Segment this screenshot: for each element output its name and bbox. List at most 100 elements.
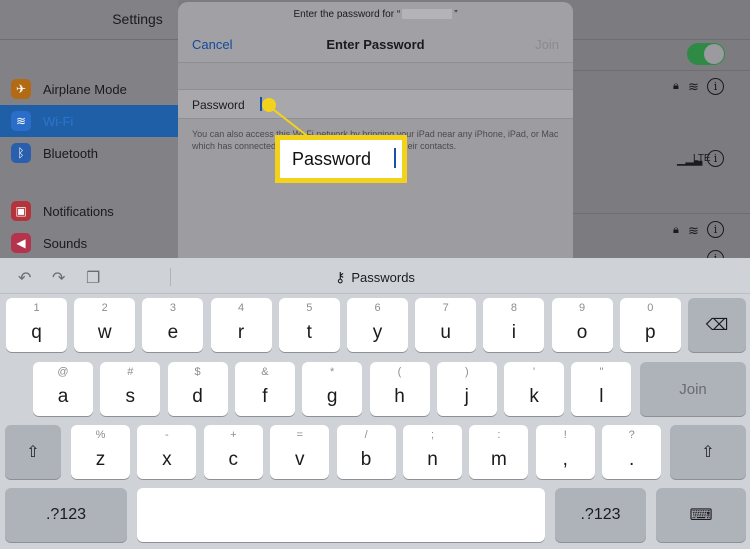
key-y[interactable]: 6y	[347, 298, 408, 352]
key-hint: '	[533, 366, 536, 378]
sidebar-item-sounds[interactable]: ◀ Sounds	[0, 227, 178, 258]
key-q[interactable]: 1q	[6, 298, 67, 352]
bluetooth-icon: ᛒ	[11, 143, 31, 163]
dialog-subtitle: Enter the password for “ ”	[178, 9, 573, 20]
join-key-label: Join	[679, 380, 707, 398]
key-label: o	[576, 322, 588, 343]
key-hint: #	[127, 366, 134, 378]
divider	[573, 70, 750, 71]
key-hint: ;	[430, 429, 435, 441]
dialog-header: Enter the password for “ ” Enter Password…	[178, 2, 573, 63]
numbers-key-right[interactable]: .?123	[555, 488, 646, 542]
password-field[interactable]: Password	[178, 89, 573, 119]
sidebar-item-wifi[interactable]: ≋ Wi-Fi	[0, 105, 178, 137]
shift-key-left[interactable]: ⇧	[5, 425, 61, 479]
wifi-toggle[interactable]	[687, 43, 725, 65]
space-bar[interactable]	[137, 488, 545, 542]
sidebar-item-bluetooth[interactable]: ᛒ Bluetooth	[0, 137, 178, 169]
key-label: v	[294, 449, 305, 470]
key-i[interactable]: 8i	[483, 298, 545, 352]
sidebar-item-label: Sounds	[43, 235, 88, 251]
sidebar-item-label: Wi-Fi	[43, 113, 74, 129]
key-l[interactable]: " l	[571, 362, 632, 416]
key-t[interactable]: 5t	[278, 298, 340, 352]
key-hint: 3	[169, 302, 176, 314]
join-key[interactable]: Join	[640, 362, 746, 416]
key-u[interactable]: 7u	[415, 298, 477, 352]
key-label: j	[464, 386, 469, 407]
key-n[interactable]: ; n	[403, 425, 462, 479]
key-label: c	[228, 449, 239, 470]
key-w[interactable]: 2w	[74, 298, 136, 352]
key-hint: 6	[374, 302, 381, 314]
key-label: e	[167, 322, 179, 343]
key-hint: *	[330, 366, 335, 378]
wifi-signal-icon: ≋	[688, 79, 699, 94]
info-icon[interactable]: i	[707, 150, 724, 167]
key-hint: ?	[628, 429, 635, 441]
key-f[interactable]: & f	[234, 362, 295, 416]
key-label: t	[306, 322, 312, 343]
key-hint: 2	[101, 302, 108, 314]
key-hint: +	[230, 429, 237, 441]
key-hint: !	[563, 429, 567, 441]
info-icon[interactable]: i	[707, 78, 724, 95]
key-label: s	[125, 386, 136, 407]
info-icon[interactable]: i	[707, 221, 724, 238]
key-c[interactable]: + c	[203, 425, 263, 479]
airplane-icon: ✈	[11, 79, 31, 99]
key-hint: :	[497, 429, 501, 441]
key-r[interactable]: 4r	[210, 298, 272, 352]
key-b[interactable]: / b	[336, 425, 396, 479]
key-p[interactable]: 0p	[619, 298, 681, 352]
lock-icon: 🔒︎	[673, 224, 679, 236]
key-hint: $	[194, 366, 201, 378]
keyboard: ↶ ↷ ❐ ⚷ Passwords 1 q 2 w 3 e 4 r 5 t 6 y 7 u 8 i 9 o 0 p ⌫ @ a…	[0, 258, 750, 549]
keyboard-dismiss-icon: ⌨	[689, 507, 713, 524]
numbers-key-label: .?123	[580, 506, 621, 523]
shift-icon: ⇧	[26, 444, 40, 461]
key-label: r	[237, 322, 245, 343]
key-hint: 4	[238, 302, 245, 314]
notifications-icon: ▣	[11, 201, 31, 221]
key-e[interactable]: 3e	[142, 298, 204, 352]
wifi-icon: ≋	[11, 111, 31, 131]
cancel-button[interactable]: Cancel	[192, 37, 232, 52]
sidebar-item-airplane-mode[interactable]: ✈ Airplane Mode	[0, 73, 178, 105]
key-hint: 0	[647, 302, 654, 314]
numbers-key-left[interactable]: .?123	[5, 488, 127, 542]
key-label: l	[599, 386, 604, 407]
sidebar-item-notifications[interactable]: ▣ Notifications	[0, 195, 178, 227]
key-label: x	[162, 449, 172, 470]
key-o[interactable]: 9o	[551, 298, 613, 352]
key-a[interactable]: @ a	[33, 362, 93, 416]
key-v[interactable]: = v	[270, 425, 330, 479]
shift-key-right[interactable]: ⇧	[670, 425, 746, 479]
key-period[interactable]: ?.	[602, 425, 662, 479]
key-j[interactable]: ) j	[436, 362, 497, 416]
wifi-signal-icon: ≋	[688, 223, 699, 238]
passwords-button[interactable]: ⚷ Passwords	[0, 269, 750, 286]
key-comma[interactable]: !,	[535, 425, 595, 479]
key-x[interactable]: -x	[137, 425, 197, 479]
key-label: m	[490, 449, 507, 470]
info-icon[interactable]: i	[707, 250, 724, 258]
key-hint: 1	[33, 302, 40, 314]
key-z[interactable]: % z	[71, 425, 130, 479]
key-label: p	[645, 322, 656, 343]
sidebar-item-label: Airplane Mode	[43, 81, 127, 97]
hide-keyboard-button[interactable]: ⌨	[656, 488, 746, 542]
key-g[interactable]: * g	[302, 362, 363, 416]
key-s[interactable]: # s	[100, 362, 161, 416]
key-h[interactable]: (h	[369, 362, 430, 416]
key-m[interactable]: :m	[469, 425, 529, 479]
key-k[interactable]: ' k	[504, 362, 565, 416]
join-button[interactable]: Join	[535, 37, 559, 52]
key-label: b	[360, 449, 372, 470]
key-label: u	[440, 322, 451, 343]
sidebar-item-label: Bluetooth	[43, 145, 98, 161]
delete-button[interactable]: ⌫	[688, 298, 746, 352]
sidebar-item-label: Notifications	[43, 203, 114, 219]
password-field-label: Password	[192, 98, 245, 112]
key-d[interactable]: $ d	[167, 362, 228, 416]
